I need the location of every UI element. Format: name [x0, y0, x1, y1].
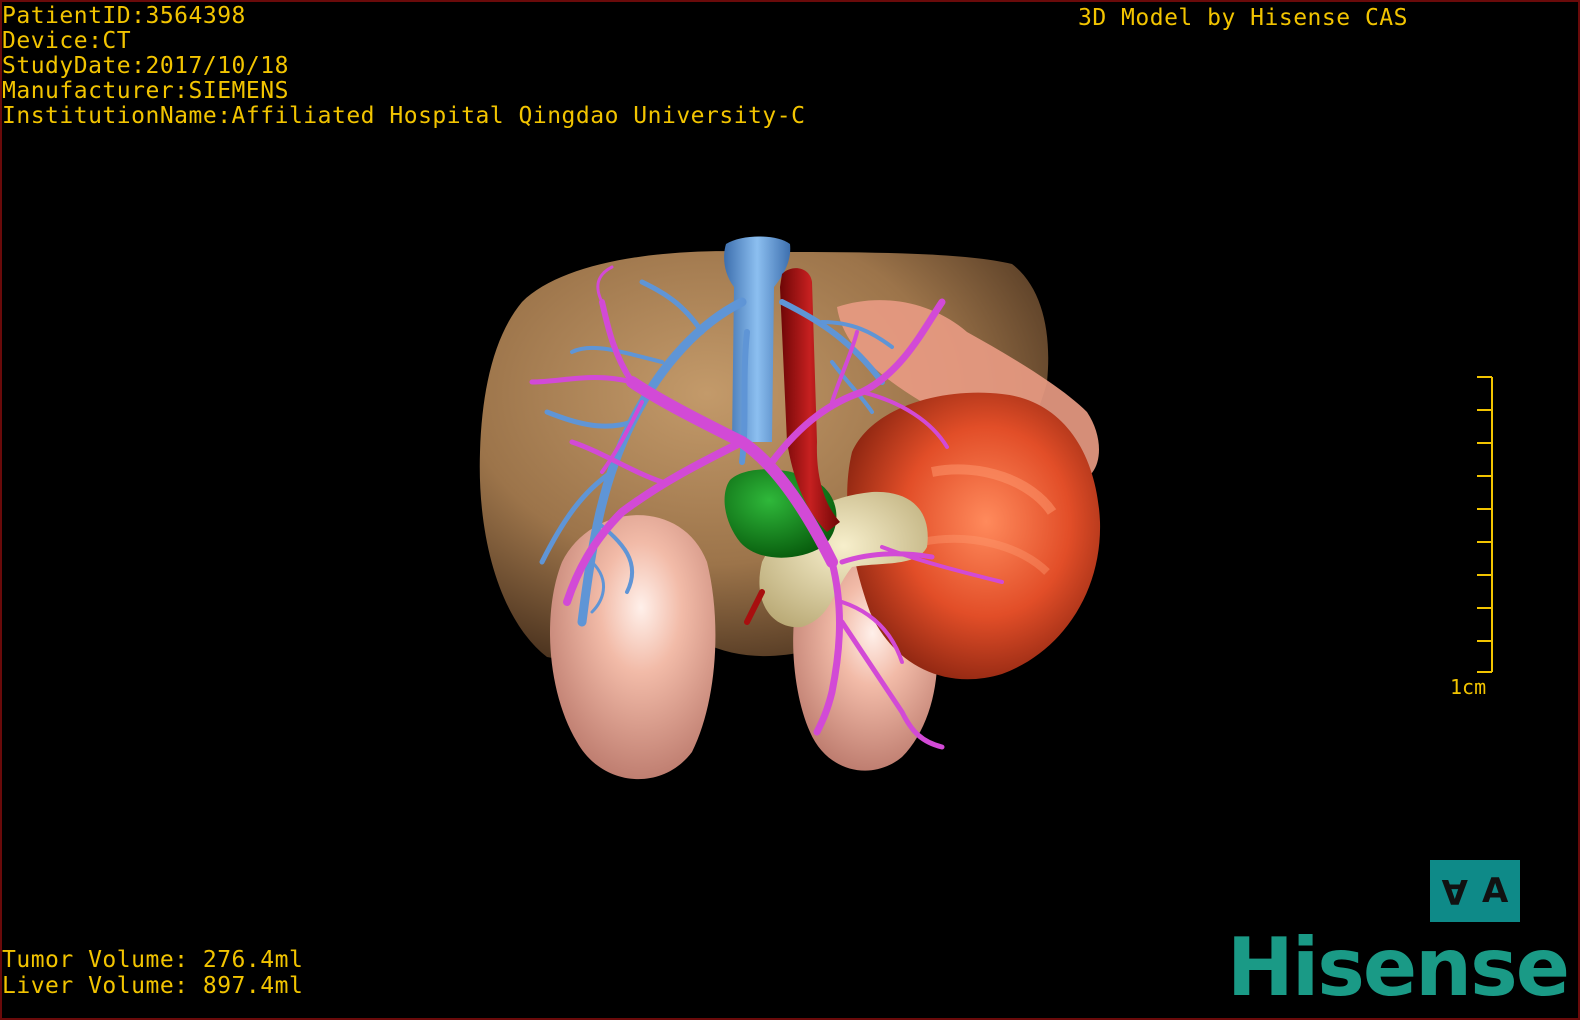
orientation-right-glyph: A [1482, 871, 1509, 911]
orientation-cube[interactable]: A A [1430, 860, 1520, 922]
dicom-info-panel: PatientID:3564398 Device:CT StudyDate:20… [2, 4, 805, 129]
orientation-left-glyph: A [1441, 871, 1468, 911]
tumor-volume: Tumor Volume: 276.4ml [2, 947, 304, 973]
model-credit: 3D Model by Hisense CAS [1078, 5, 1408, 31]
study-date: StudyDate:2017/10/18 [2, 53, 289, 79]
scale-label: 1cm [1450, 675, 1487, 699]
institution-name: InstitutionName:Affiliated Hospital Qing… [2, 103, 806, 129]
volume-panel: Tumor Volume: 276.4ml Liver Volume: 897.… [2, 948, 303, 1000]
manufacturer: Manufacturer:SIEMENS [2, 78, 289, 104]
hisense-logo: Hisense [1226, 921, 1570, 1014]
patient-id: PatientID:3564398 [2, 3, 246, 29]
liver-volume: Liver Volume: 897.4ml [2, 973, 304, 999]
scale-bar [1477, 376, 1493, 673]
3d-liver-model[interactable] [2, 2, 1578, 1018]
right-kidney [550, 515, 716, 780]
device: Device:CT [2, 28, 132, 54]
3d-viewport[interactable]: PatientID:3564398 Device:CT StudyDate:20… [0, 0, 1580, 1020]
